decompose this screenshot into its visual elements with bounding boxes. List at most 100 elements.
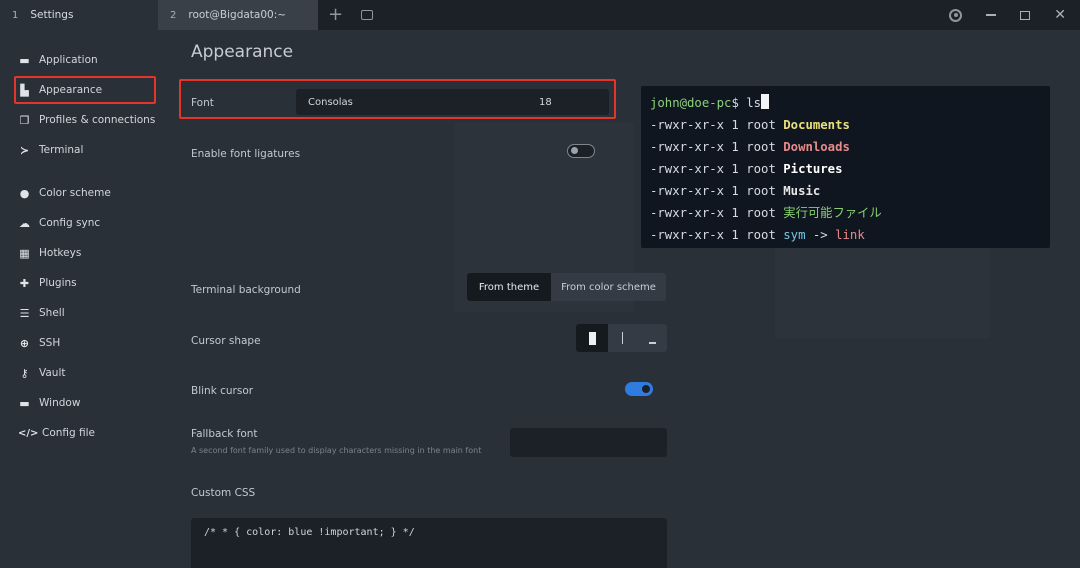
- sidebar-item-config-file[interactable]: </> Config file: [18, 421, 95, 445]
- fallback-font-description: A second font family used to display cha…: [191, 446, 482, 455]
- gear-icon[interactable]: [949, 8, 963, 22]
- ligatures-label: Enable font ligatures: [191, 148, 301, 160]
- sidebar-item-window[interactable]: ▬ Window: [18, 391, 80, 415]
- entry-symlink: sym: [783, 228, 806, 242]
- tab-number: 2: [170, 9, 177, 21]
- sidebar-item-label: Config file: [42, 427, 96, 439]
- page-title: Appearance: [191, 42, 294, 62]
- sidebar-item-label: Window: [39, 397, 81, 409]
- sidebar-item-label: Application: [39, 54, 98, 66]
- sidebar-item-profiles[interactable]: ❐ Profiles & connections: [18, 108, 156, 132]
- window-controls: ✕: [949, 8, 1080, 22]
- cursor-shape-selector: [576, 324, 667, 352]
- globe-icon: ⊕: [19, 336, 30, 350]
- entry-documents: Documents: [783, 118, 850, 132]
- sidebar-item-ssh[interactable]: ⊕ SSH: [18, 331, 60, 355]
- code-icon: </>: [18, 427, 39, 439]
- sidebar-item-plugins[interactable]: ✚ Plugins: [18, 271, 77, 295]
- prompt-line: john@doe-pc$ ls: [650, 92, 1041, 114]
- prompt-command: ls: [738, 96, 762, 110]
- sidebar-item-hotkeys[interactable]: ▦ Hotkeys: [18, 241, 81, 265]
- fallback-font-label: Fallback font: [191, 428, 258, 440]
- list-item: -rwxr-xr-x 1 root sym -> link: [650, 224, 1041, 246]
- prompt-user: john@doe-pc: [650, 96, 732, 110]
- new-tab-plus-icon[interactable]: +: [328, 6, 343, 24]
- sidebar-item-label: Vault: [39, 367, 66, 379]
- tab-terminal-session[interactable]: 2 root@Bigdata00:~: [158, 0, 318, 30]
- tab-bar: 1 Settings 2 root@Bigdata00:~ + ✕: [0, 0, 1080, 30]
- cloud-icon: ☁: [19, 216, 30, 230]
- prompt-symbol: $: [731, 96, 739, 110]
- custom-css-editor[interactable]: /* * { color: blue !important; } */: [191, 518, 667, 568]
- sidebar-item-label: Color scheme: [39, 187, 111, 199]
- profiles-icon: ❐: [19, 113, 30, 127]
- symlink-arrow: ->: [805, 228, 836, 242]
- terminal-background-selector: From theme From color scheme: [467, 273, 666, 301]
- from-theme-option[interactable]: From theme: [467, 273, 551, 301]
- terminal-preview: john@doe-pc$ ls -rwxr-xr-x 1 root Docume…: [641, 86, 1050, 248]
- sidebar-item-label: Plugins: [39, 277, 77, 289]
- list-icon: ☰: [19, 306, 30, 320]
- entry-downloads: Downloads: [783, 140, 850, 154]
- tab-settings[interactable]: 1 Settings: [0, 0, 158, 30]
- cursor-underline-option[interactable]: [637, 324, 667, 352]
- cursor-beam-option[interactable]: [608, 324, 637, 352]
- sidebar-item-label: Config sync: [39, 217, 101, 229]
- sidebar-item-shell[interactable]: ☰ Shell: [18, 301, 65, 325]
- tab-label: Settings: [30, 9, 74, 21]
- sidebar-item-color-scheme[interactable]: ● Color scheme: [18, 181, 111, 205]
- permissions-text: -rwxr-xr-x 1 root: [650, 228, 784, 242]
- permissions-text: -rwxr-xr-x 1 root: [650, 162, 784, 176]
- permissions-text: -rwxr-xr-x 1 root: [650, 206, 784, 220]
- list-item: -rwxr-xr-x 1 root Documents: [650, 114, 1041, 136]
- list-item: -rwxr-xr-x 1 root Music: [650, 180, 1041, 202]
- tab-label: root@Bigdata00:~: [188, 9, 287, 21]
- underline-cursor-icon: [648, 342, 656, 344]
- blink-cursor-label: Blink cursor: [191, 385, 254, 397]
- settings-sidebar: ▬ Application ▙ Appearance ❐ Profiles & …: [0, 30, 165, 568]
- permissions-text: -rwxr-xr-x 1 root: [650, 184, 784, 198]
- font-highlight-box: [179, 79, 616, 119]
- appearance-highlight-box: [14, 76, 156, 104]
- symlink-target: link: [835, 228, 865, 242]
- sidebar-item-label: Hotkeys: [39, 247, 82, 259]
- maximize-icon[interactable]: [1020, 10, 1031, 20]
- puzzle-icon: ✚: [19, 276, 30, 290]
- sidebar-item-config-sync[interactable]: ☁ Config sync: [18, 211, 100, 235]
- entry-music: Music: [783, 184, 821, 198]
- tab-number: 1: [12, 9, 19, 21]
- ligatures-toggle[interactable]: [567, 144, 595, 158]
- cursor-shape-label: Cursor shape: [191, 335, 261, 347]
- sidebar-item-application[interactable]: ▬ Application: [18, 48, 98, 72]
- sidebar-item-terminal[interactable]: ≻ Terminal: [18, 138, 83, 162]
- palette-icon: ●: [19, 186, 30, 200]
- close-icon[interactable]: ✕: [1054, 8, 1066, 22]
- list-item: -rwxr-xr-x 1 root Pictures: [650, 158, 1041, 180]
- window-icon: ▬: [19, 396, 30, 410]
- list-item: -rwxr-xr-x 1 root 実行可能ファイル: [650, 202, 1041, 224]
- background-panel: [775, 248, 990, 338]
- sidebar-item-label: Profiles & connections: [39, 114, 156, 126]
- sidebar-item-label: Shell: [39, 307, 65, 319]
- terminal-cursor: [761, 94, 770, 109]
- blink-cursor-toggle[interactable]: [625, 382, 653, 396]
- entry-executable: 実行可能ファイル: [783, 206, 882, 220]
- terminal-icon: ≻: [19, 143, 30, 157]
- list-item: -rwxr-xr-x 1 root Downloads: [650, 136, 1041, 158]
- permissions-text: -rwxr-xr-x 1 root: [650, 118, 784, 132]
- application-icon: ▬: [19, 53, 30, 67]
- sidebar-item-label: SSH: [39, 337, 61, 349]
- cursor-block-option[interactable]: [576, 324, 608, 352]
- from-color-scheme-option[interactable]: From color scheme: [551, 273, 666, 301]
- fallback-font-input[interactable]: [510, 428, 667, 457]
- tab-actions: +: [328, 6, 374, 24]
- custom-css-label: Custom CSS: [191, 487, 256, 499]
- window-list-icon[interactable]: [361, 10, 374, 20]
- entry-pictures: Pictures: [783, 162, 843, 176]
- sidebar-item-label: Terminal: [39, 144, 84, 156]
- minimize-icon[interactable]: [986, 14, 997, 16]
- permissions-text: -rwxr-xr-x 1 root: [650, 140, 784, 154]
- beam-cursor-icon: [621, 332, 624, 344]
- terminal-background-label: Terminal background: [191, 284, 301, 296]
- sidebar-item-vault[interactable]: ⚷ Vault: [18, 361, 66, 385]
